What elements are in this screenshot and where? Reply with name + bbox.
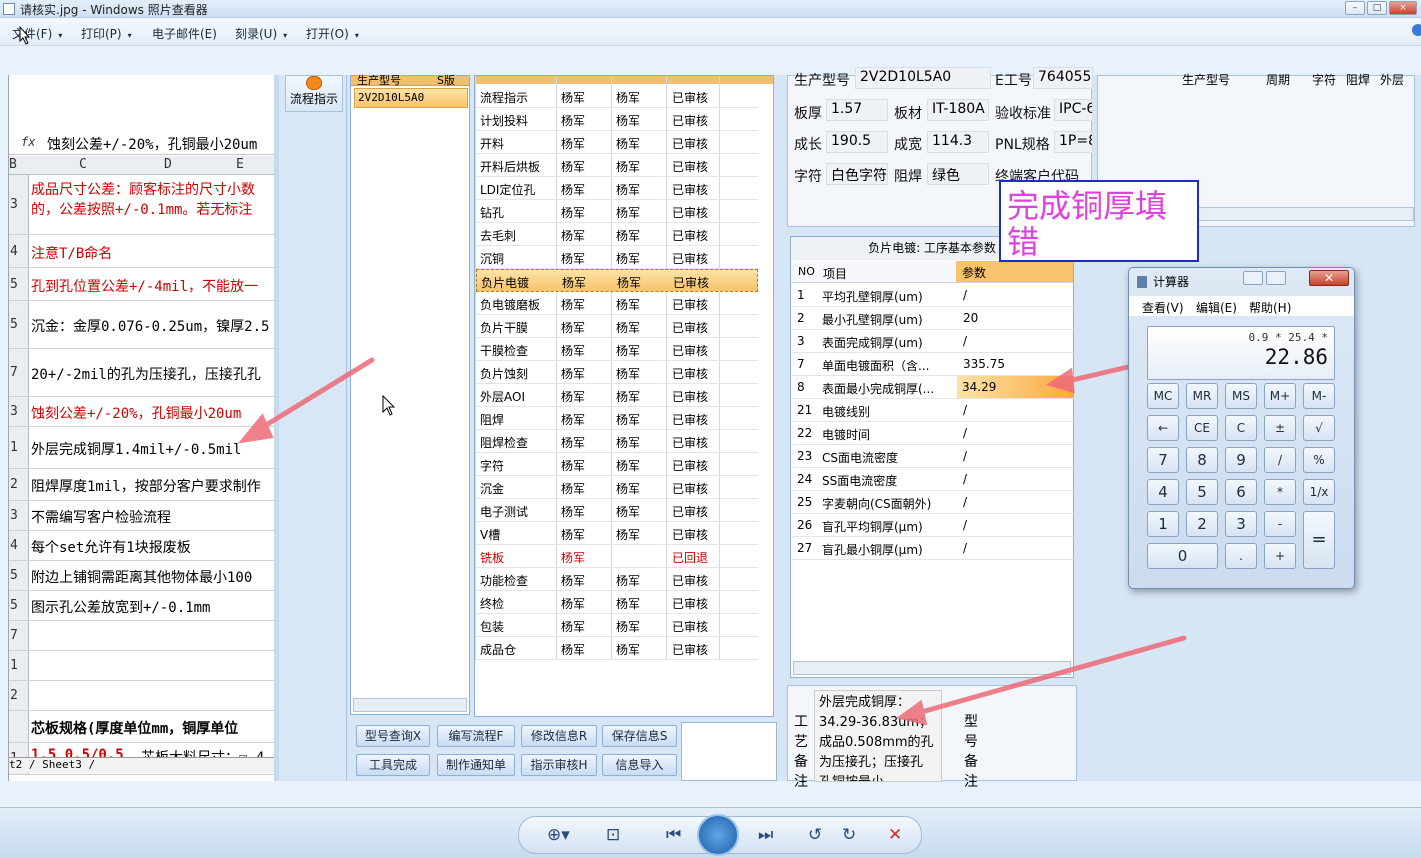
calc-key[interactable]: C	[1225, 415, 1257, 441]
calc-key[interactable]: ←	[1147, 415, 1179, 441]
calc-key[interactable]: 3	[1225, 511, 1257, 537]
calc-key[interactable]: *	[1264, 479, 1296, 505]
calc-key[interactable]: 4	[1147, 479, 1179, 505]
calc-key[interactable]: 7	[1147, 447, 1179, 473]
calc-key[interactable]: 8	[1186, 447, 1218, 473]
zoom-icon[interactable]: ⊕▾	[547, 825, 570, 845]
next-icon[interactable]: ⏭	[758, 825, 773, 845]
calc-display: 0.9 * 25.4 * 22.86	[1147, 326, 1335, 380]
calc-close-button[interactable]: ✕	[1309, 270, 1349, 286]
calc-key[interactable]: 0	[1147, 543, 1218, 569]
calc-key[interactable]: MR	[1186, 383, 1218, 409]
slideshow-button[interactable]	[697, 814, 739, 856]
calculator-title: 计算器	[1153, 275, 1190, 289]
calc-key[interactable]: 2	[1186, 511, 1218, 537]
calc-key[interactable]: 9	[1225, 447, 1257, 473]
arrow-to-param-value	[1065, 364, 1131, 384]
calc-menu-edit[interactable]: 编辑(E)	[1196, 299, 1237, 316]
viewer-toolbar: ⊕▾ ⊡ ⏮ ⏭ ↺ ↻ ✕	[0, 807, 1421, 858]
arrow-to-spec-line	[255, 357, 375, 433]
calc-key[interactable]: 6	[1225, 479, 1257, 505]
calc-menu-bar: 查看(V) 编辑(E) 帮助(H)	[1129, 296, 1354, 316]
calc-key[interactable]: √	[1303, 415, 1335, 441]
calc-key[interactable]: =	[1303, 511, 1335, 569]
mouse-cursor-icon	[382, 394, 396, 416]
calculator-window: 计算器 ✕ 查看(V) 编辑(E) 帮助(H) 0.9 * 25.4 * 22.…	[1128, 267, 1355, 589]
arrow-to-notes	[915, 635, 1187, 716]
arrow-head	[896, 699, 928, 726]
calculator-icon	[1137, 276, 1147, 288]
calc-maximize-button[interactable]	[1266, 271, 1286, 285]
previous-icon[interactable]: ⏮	[666, 825, 681, 845]
calc-key[interactable]: MS	[1225, 383, 1257, 409]
calc-key[interactable]: /	[1264, 447, 1296, 473]
calc-menu-help[interactable]: 帮助(H)	[1249, 299, 1291, 316]
calc-key[interactable]: CE	[1186, 415, 1218, 441]
calc-key[interactable]: 1/x	[1303, 479, 1335, 505]
rotate-left-icon[interactable]: ↺	[808, 825, 822, 845]
calc-key[interactable]: -	[1264, 511, 1296, 537]
actual-size-icon[interactable]: ⊡	[606, 825, 620, 845]
mouse-cursor-icon	[19, 25, 31, 45]
calc-key[interactable]: .	[1225, 543, 1257, 569]
calc-key[interactable]: 1	[1147, 511, 1179, 537]
arrow-head	[1046, 367, 1075, 394]
calc-key[interactable]: %	[1303, 447, 1335, 473]
calc-key[interactable]: 5	[1186, 479, 1218, 505]
calc-minimize-button[interactable]	[1243, 271, 1263, 285]
delete-icon[interactable]: ✕	[888, 825, 902, 845]
calc-key[interactable]: ±	[1264, 415, 1296, 441]
calc-key[interactable]: M+	[1264, 383, 1296, 409]
arrow-head	[237, 413, 274, 444]
calc-key[interactable]: M-	[1303, 383, 1335, 409]
calc-key[interactable]: MC	[1147, 383, 1179, 409]
calc-expression: 0.9 * 25.4 *	[1248, 331, 1328, 344]
calc-menu-view[interactable]: 查看(V)	[1142, 299, 1184, 316]
calc-result: 22.86	[1264, 345, 1328, 369]
calc-key[interactable]: +	[1264, 543, 1296, 569]
rotate-right-icon[interactable]: ↻	[842, 825, 856, 845]
